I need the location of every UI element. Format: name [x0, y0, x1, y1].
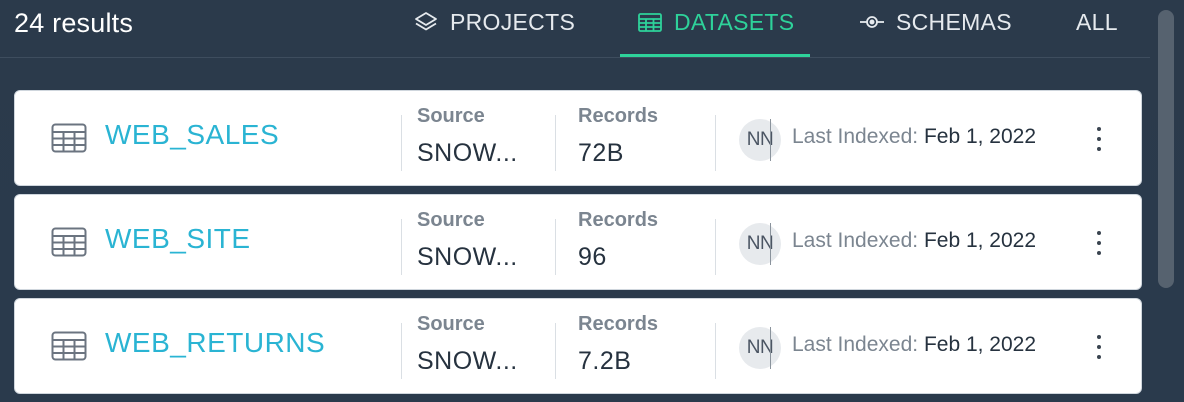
last-indexed-label: Last Indexed: — [792, 229, 919, 252]
dataset-name-link[interactable]: WEB_SITE — [105, 223, 251, 255]
last-indexed: Last Indexed: Feb 1, 2022 — [792, 229, 1036, 253]
results-count: 24 results — [14, 8, 134, 38]
results-header: 24 results PROJECTS DATASETS SCHEMAS ALL — [0, 0, 1150, 60]
scrollbar-thumb[interactable] — [1158, 10, 1174, 288]
schema-icon — [860, 16, 884, 28]
source-label: Source — [417, 313, 485, 335]
records-label: Records — [578, 209, 659, 231]
source-label: Source — [417, 105, 485, 127]
last-indexed-label: Last Indexed: — [792, 125, 919, 148]
last-indexed: Last Indexed: Feb 1, 2022 — [792, 333, 1036, 357]
avatar: NN — [739, 327, 781, 369]
divider — [401, 323, 402, 379]
avatar: NN — [739, 223, 781, 265]
tab-schemas-label: SCHEMAS — [896, 8, 1012, 35]
table-icon — [638, 13, 662, 32]
records-label: Records — [578, 313, 659, 335]
dataset-name-link[interactable]: WEB_SALES — [105, 119, 279, 151]
table-icon — [51, 227, 87, 257]
divider — [401, 115, 402, 171]
tab-datasets[interactable]: DATASETS — [619, 0, 811, 58]
dataset-card[interactable]: WEB_SALES Source SNOW... Records 72B NN … — [14, 90, 1142, 186]
more-options-icon[interactable] — [1089, 225, 1109, 265]
avatar: NN — [739, 119, 781, 161]
records-value: 7.2B — [578, 347, 632, 375]
records-value: 96 — [578, 243, 607, 271]
source-value: SNOW... — [417, 139, 518, 167]
divider — [555, 219, 556, 275]
table-icon — [51, 331, 87, 361]
tab-projects-label: PROJECTS — [450, 8, 576, 35]
divider — [715, 115, 716, 171]
tab-datasets-label: DATASETS — [674, 8, 795, 35]
dataset-name-link[interactable]: WEB_RETURNS — [105, 327, 325, 359]
source-value: SNOW... — [417, 347, 518, 375]
table-icon — [51, 123, 87, 153]
tab-all[interactable]: ALL — [1076, 0, 1118, 58]
tab-schemas[interactable]: SCHEMAS — [858, 0, 1012, 58]
last-indexed-date: Feb 1, 2022 — [923, 229, 1037, 252]
divider — [715, 219, 716, 275]
more-options-icon[interactable] — [1089, 121, 1109, 161]
last-indexed-date: Feb 1, 2022 — [923, 125, 1037, 148]
tab-all-label: ALL — [1076, 8, 1118, 35]
dataset-card[interactable]: WEB_RETURNS Source SNOW... Records 7.2B … — [14, 298, 1142, 394]
divider — [715, 323, 716, 379]
last-indexed-label: Last Indexed: — [792, 333, 919, 356]
layers-icon — [415, 12, 437, 31]
divider — [401, 219, 402, 275]
last-indexed: Last Indexed: Feb 1, 2022 — [792, 125, 1036, 149]
records-label: Records — [578, 105, 659, 127]
scrollbar[interactable] — [1158, 10, 1174, 402]
divider — [555, 323, 556, 379]
source-label: Source — [417, 209, 485, 231]
records-value: 72B — [578, 139, 624, 167]
more-options-icon[interactable] — [1089, 329, 1109, 369]
tab-projects[interactable]: PROJECTS — [412, 0, 575, 58]
dataset-card[interactable]: WEB_SITE Source SNOW... Records 96 NN La… — [14, 194, 1142, 290]
source-value: SNOW... — [417, 243, 518, 271]
last-indexed-date: Feb 1, 2022 — [923, 333, 1037, 356]
header-divider — [0, 57, 1150, 58]
divider — [555, 115, 556, 171]
